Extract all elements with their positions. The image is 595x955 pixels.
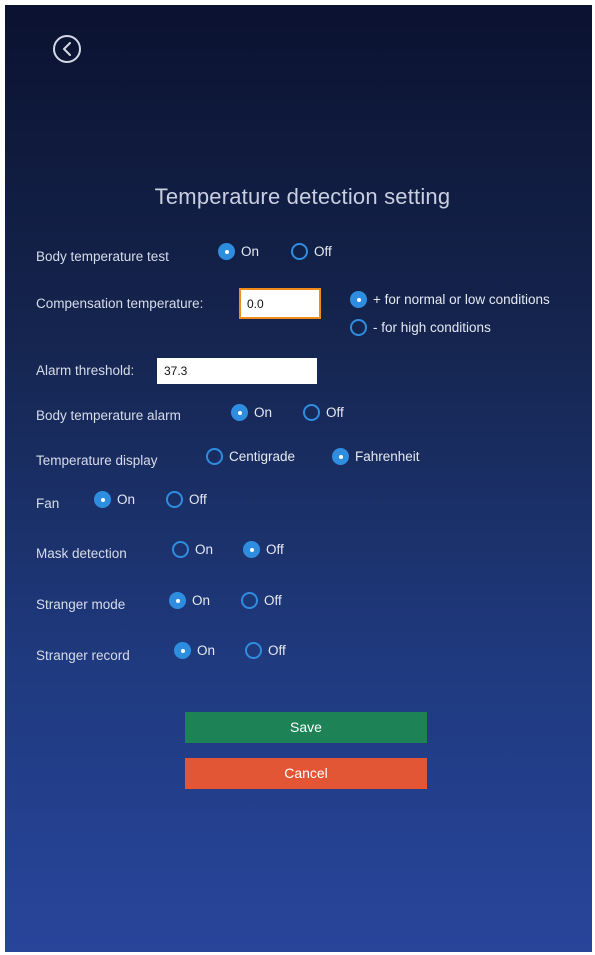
mask-detection-label: Mask detection — [36, 546, 127, 561]
fan-on-radio[interactable]: On — [94, 491, 135, 508]
radio-checked-icon — [231, 404, 248, 421]
radio-checked-icon — [169, 592, 186, 609]
compensation-plus-radio[interactable]: + for normal or low conditions — [350, 291, 550, 308]
radio-unchecked-icon — [291, 243, 308, 260]
stranger-record-off-radio[interactable]: Off — [245, 642, 286, 659]
compensation-temperature-input[interactable] — [239, 288, 321, 319]
radio-unchecked-icon — [172, 541, 189, 558]
radio-checked-icon — [332, 448, 349, 465]
alarm-threshold-label: Alarm threshold: — [36, 363, 135, 378]
alarm-threshold-input[interactable] — [157, 358, 317, 384]
stranger-mode-label: Stranger mode — [36, 597, 126, 612]
radio-unchecked-icon — [350, 319, 367, 336]
radio-unchecked-icon — [166, 491, 183, 508]
settings-screen: Temperature detection setting Body tempe… — [5, 5, 592, 952]
save-button[interactable]: Save — [185, 712, 427, 743]
temperature-display-centigrade-radio[interactable]: Centigrade — [206, 448, 295, 465]
page-title: Temperature detection setting — [154, 184, 451, 209]
radio-unchecked-icon — [303, 404, 320, 421]
cancel-button[interactable]: Cancel — [185, 758, 427, 789]
fan-label: Fan — [36, 496, 60, 511]
body-temperature-test-off-radio[interactable]: Off — [291, 243, 332, 260]
stranger-mode-off-radio[interactable]: Off — [241, 592, 282, 609]
radio-checked-icon — [218, 243, 235, 260]
radio-unchecked-icon — [241, 592, 258, 609]
temperature-display-label: Temperature display — [36, 453, 158, 468]
back-button[interactable] — [53, 35, 81, 63]
radio-checked-icon — [243, 541, 260, 558]
stranger-record-label: Stranger record — [36, 648, 130, 663]
body-temperature-alarm-off-radio[interactable]: Off — [303, 404, 344, 421]
radio-unchecked-icon — [206, 448, 223, 465]
body-temperature-alarm-on-radio[interactable]: On — [231, 404, 272, 421]
mask-detection-off-radio[interactable]: Off — [243, 541, 284, 558]
back-arrow-icon — [63, 42, 71, 56]
radio-checked-icon — [94, 491, 111, 508]
body-temperature-alarm-label: Body temperature alarm — [36, 408, 181, 423]
radio-checked-icon — [174, 642, 191, 659]
stranger-mode-on-radio[interactable]: On — [169, 592, 210, 609]
fan-off-radio[interactable]: Off — [166, 491, 207, 508]
body-temperature-test-on-radio[interactable]: On — [218, 243, 259, 260]
radio-unchecked-icon — [245, 642, 262, 659]
radio-checked-icon — [350, 291, 367, 308]
mask-detection-on-radio[interactable]: On — [172, 541, 213, 558]
stranger-record-on-radio[interactable]: On — [174, 642, 215, 659]
temperature-display-fahrenheit-radio[interactable]: Fahrenheit — [332, 448, 420, 465]
compensation-minus-radio[interactable]: - for high conditions — [350, 319, 491, 336]
compensation-temperature-label: Compensation temperature: — [36, 296, 204, 311]
body-temperature-test-label: Body temperature test — [36, 249, 169, 264]
